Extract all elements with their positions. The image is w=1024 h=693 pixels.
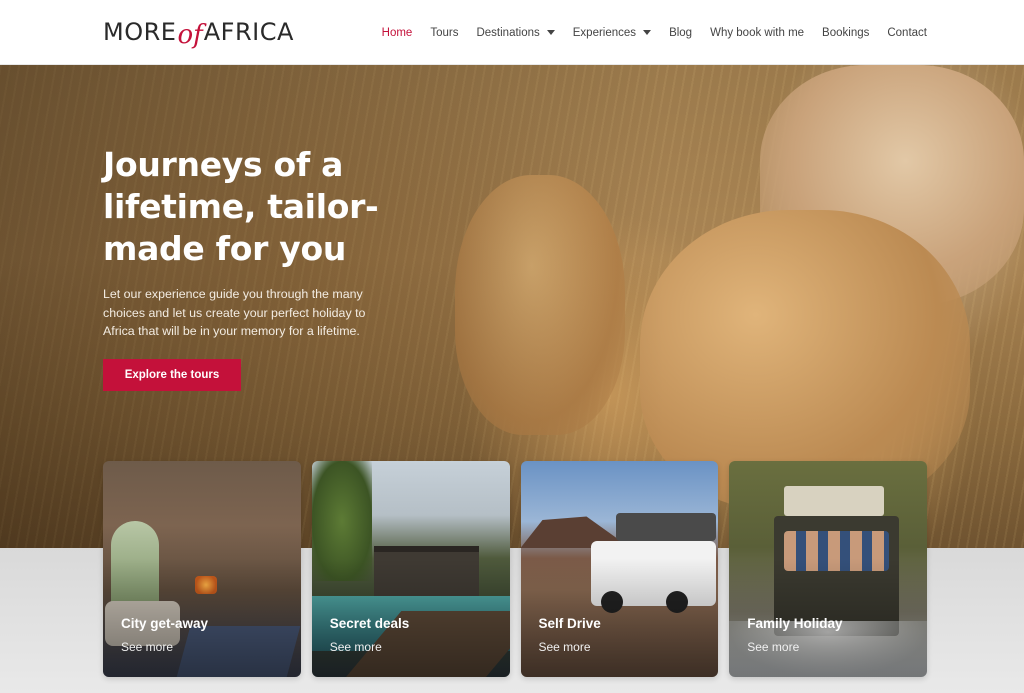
hero-cub-image bbox=[455, 175, 625, 435]
logo-text-of: of bbox=[177, 20, 203, 50]
card-family-holiday[interactable]: Family Holiday See more bbox=[729, 461, 927, 677]
card-image bbox=[600, 591, 623, 613]
card-image bbox=[784, 531, 890, 571]
card-title: Secret deals bbox=[329, 616, 410, 631]
logo-text-africa: AFRICA bbox=[203, 18, 294, 46]
nav-item-tours[interactable]: Tours bbox=[430, 27, 458, 39]
nav-item-blog[interactable]: Blog bbox=[669, 27, 692, 39]
logo-text-more: MORE bbox=[103, 18, 177, 46]
explore-tours-button[interactable]: Explore the tours bbox=[103, 359, 241, 391]
nav-label: Destinations bbox=[476, 26, 540, 39]
chevron-down-icon bbox=[643, 30, 652, 35]
nav-item-why-book[interactable]: Why book with me bbox=[710, 27, 804, 39]
card-secret-deals[interactable]: Secret deals See more bbox=[311, 461, 510, 677]
nav-label: Contact bbox=[887, 26, 927, 39]
card-image bbox=[590, 541, 716, 606]
card-title: Self Drive bbox=[538, 616, 601, 631]
main-nav: Home Tours Destinations Experiences Blog… bbox=[382, 0, 927, 65]
card-image bbox=[111, 521, 159, 606]
site-logo[interactable]: MORE of AFRICA bbox=[103, 14, 294, 50]
card-image bbox=[195, 576, 217, 594]
card-see-more-link[interactable]: See more bbox=[330, 640, 382, 654]
card-image bbox=[784, 486, 885, 516]
card-title: Family Holiday bbox=[747, 616, 843, 631]
nav-label: Experiences bbox=[572, 26, 637, 39]
hero-title: Journeys of a lifetime, tailor-made for … bbox=[103, 145, 379, 268]
card-image bbox=[520, 516, 631, 548]
nav-label: Blog bbox=[669, 26, 693, 39]
nav-item-destinations[interactable]: Destinations bbox=[476, 26, 555, 39]
card-image bbox=[373, 546, 479, 596]
nav-item-experiences[interactable]: Experiences bbox=[572, 26, 652, 39]
nav-item-bookings[interactable]: Bookings bbox=[822, 27, 869, 39]
nav-label: Bookings bbox=[822, 26, 870, 39]
card-title: City get-away bbox=[121, 616, 209, 631]
nav-label: Tours bbox=[430, 26, 459, 39]
card-city-getaway[interactable]: City get-away See more bbox=[103, 461, 301, 677]
card-see-more-link[interactable]: See more bbox=[121, 640, 173, 654]
experience-cards: City get-away See more Secret deals See … bbox=[103, 461, 927, 677]
card-image bbox=[665, 591, 688, 613]
card-image bbox=[175, 626, 301, 677]
card-image bbox=[615, 513, 716, 541]
nav-label: Home bbox=[381, 26, 413, 39]
card-image bbox=[311, 461, 372, 581]
card-see-more-link[interactable]: See more bbox=[539, 640, 591, 654]
hero-subtitle: Let our experience guide you through the… bbox=[103, 287, 366, 338]
hero-lioness-image bbox=[760, 65, 1024, 305]
card-see-more-link[interactable]: See more bbox=[747, 640, 799, 654]
site-header: MORE of AFRICA Home Tours Destinations E… bbox=[0, 0, 1024, 65]
nav-item-contact[interactable]: Contact bbox=[887, 27, 927, 39]
card-self-drive[interactable]: Self Drive See more bbox=[520, 461, 719, 677]
nav-label: Why book with me bbox=[710, 26, 805, 39]
chevron-down-icon bbox=[546, 30, 555, 35]
nav-item-home[interactable]: Home bbox=[382, 27, 413, 39]
